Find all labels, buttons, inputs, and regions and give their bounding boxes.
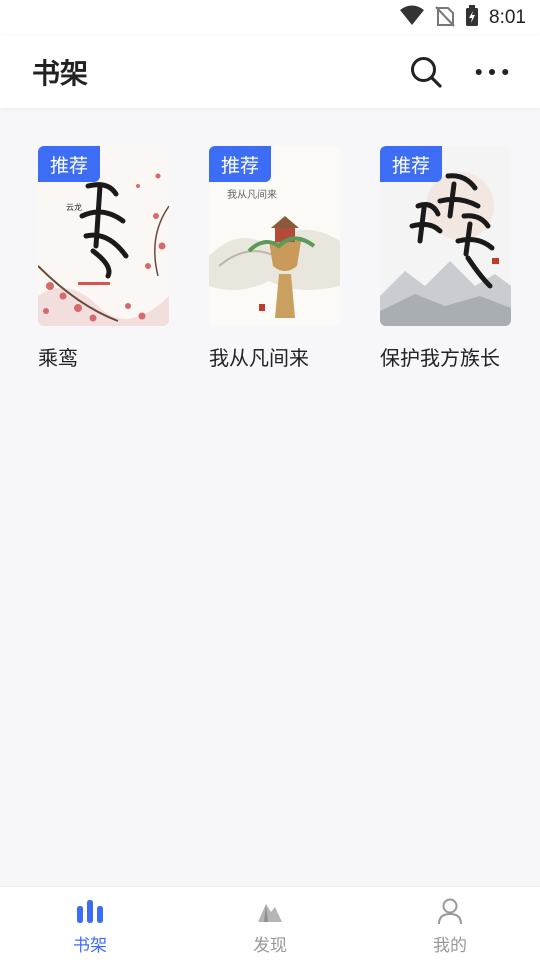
book-title: 乘鸾 <box>38 346 78 370</box>
recommend-badge: 推荐 <box>38 146 101 182</box>
bottom-nav: 书架 发现 我的 <box>0 886 540 960</box>
book-cover[interactable]: 推荐 我从凡间来 <box>209 146 340 326</box>
book-item[interactable]: 推荐 保护我方族长 <box>380 146 511 371</box>
bookshelf-grid: 推荐 云龙 乘鸾 推荐 我从凡间来 我从凡间来 推荐 保护我方族长 <box>38 146 518 371</box>
book-item[interactable]: 推荐 云龙 乘鸾 <box>38 146 169 371</box>
page-title: 书架 <box>32 57 89 90</box>
search-button[interactable] <box>408 54 444 90</box>
no-sim-icon <box>435 5 455 31</box>
profile-icon <box>434 895 466 927</box>
search-icon <box>411 57 442 88</box>
status-bar: 8:01 <box>0 0 540 36</box>
wifi-icon <box>399 5 425 31</box>
recommend-badge: 推荐 <box>380 146 443 182</box>
tab-label: 我的 <box>433 936 467 956</box>
svg-text:我从凡间来: 我从凡间来 <box>227 188 277 201</box>
tab-profile[interactable]: 我的 <box>360 887 540 960</box>
book-title: 保护我方族长 <box>380 346 500 370</box>
app-header: 书架 <box>0 36 540 108</box>
more-icon <box>475 68 509 76</box>
svg-text:云龙: 云龙 <box>66 202 82 212</box>
tab-label: 书架 <box>73 936 107 956</box>
more-button[interactable] <box>474 54 510 90</box>
tab-bookshelf[interactable]: 书架 <box>0 887 180 960</box>
book-cover[interactable]: 推荐 云龙 <box>38 146 169 326</box>
book-title: 我从凡间来 <box>209 346 309 370</box>
battery-charging-icon <box>465 5 479 31</box>
book-cover[interactable]: 推荐 <box>380 146 511 326</box>
discover-icon <box>254 895 286 927</box>
book-item[interactable]: 推荐 我从凡间来 我从凡间来 <box>209 146 340 371</box>
tab-label: 发现 <box>253 936 287 956</box>
tab-discover[interactable]: 发现 <box>180 887 360 960</box>
bookshelf-icon <box>74 895 106 927</box>
status-time: 8:01 <box>489 7 526 28</box>
recommend-badge: 推荐 <box>209 146 272 182</box>
